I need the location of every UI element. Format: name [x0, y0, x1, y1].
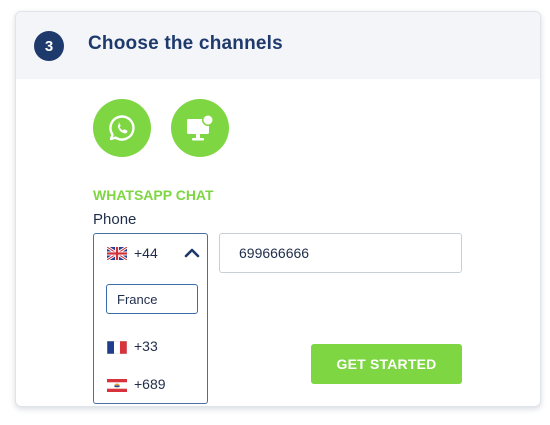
- web-chat-icon: [187, 114, 214, 141]
- step-number-badge: 3: [34, 31, 64, 61]
- uk-flag-icon: [107, 247, 127, 260]
- option-code: +33: [134, 338, 158, 354]
- country-code-select[interactable]: +44: [93, 233, 208, 272]
- country-option-france[interactable]: +33: [94, 333, 207, 363]
- whatsapp-icon: [109, 115, 135, 141]
- card-title: Choose the channels: [88, 33, 283, 54]
- chevron-up-icon: [184, 248, 200, 258]
- selected-country-code: +44: [134, 245, 158, 261]
- france-flag-icon: [107, 341, 127, 354]
- country-dropdown: +33 +689: [93, 271, 208, 404]
- french-polynesia-flag-icon: [107, 379, 127, 392]
- channels-card: 3 Choose the channels WHATSAPP CHAT Phon…: [15, 11, 541, 407]
- country-option-french-polynesia[interactable]: +689: [94, 371, 207, 401]
- web-chat-channel-button[interactable]: [171, 99, 229, 157]
- section-title: WHATSAPP CHAT: [93, 187, 214, 203]
- phone-label: Phone: [93, 211, 137, 228]
- country-search-input[interactable]: [106, 284, 198, 314]
- get-started-button[interactable]: GET STARTED: [311, 344, 462, 384]
- phone-number-input[interactable]: [219, 233, 462, 273]
- card-header: 3 Choose the channels: [16, 12, 540, 79]
- whatsapp-channel-button[interactable]: [93, 99, 151, 157]
- option-code: +689: [134, 376, 166, 392]
